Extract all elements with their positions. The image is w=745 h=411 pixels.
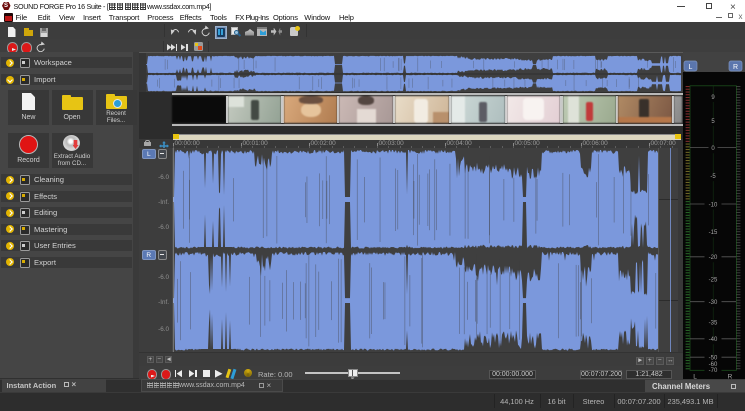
svg-text:-35: -35 [709,320,718,326]
svg-text:-50: -50 [709,356,718,362]
svg-text:-15: -15 [709,230,718,236]
svg-text:-30: -30 [709,300,718,306]
svg-text:-10: -10 [709,202,718,208]
svg-text:R: R [733,64,738,71]
svg-text:-40: -40 [709,337,718,343]
svg-text:-70: -70 [709,368,718,374]
svg-text:L: L [689,64,693,71]
svg-text:-20: -20 [709,255,718,261]
svg-text:-25: -25 [709,277,718,283]
svg-text:-5: -5 [710,174,716,180]
